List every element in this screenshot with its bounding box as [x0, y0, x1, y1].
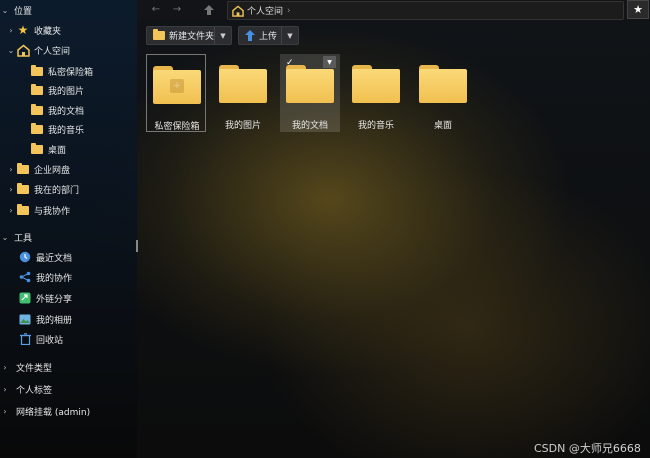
folder-icon	[16, 162, 30, 176]
folder-tile-pictures[interactable]: 我的图片	[213, 54, 273, 132]
sidebar-item-music[interactable]: 我的音乐	[30, 120, 84, 138]
folder-icon	[30, 64, 44, 78]
up-level-icon[interactable]	[200, 2, 218, 17]
clock-icon	[18, 250, 32, 264]
sidebar-item-favorites[interactable]: › ★ 收藏夹	[6, 21, 61, 39]
upload-dropdown-icon[interactable]: ▼	[281, 27, 298, 44]
folder-icon	[30, 103, 44, 117]
sidebar: ⌄ 位置 › ★ 收藏夹 ⌄ 个人空间 私密保险箱 我的图片 我的文档 我的音乐…	[0, 0, 137, 458]
folder-icon	[30, 142, 44, 156]
star-icon[interactable]: ★	[627, 0, 649, 19]
chevron-right-icon: ›	[9, 205, 13, 215]
new-folder-button[interactable]: 新建文件夹 ▼	[146, 26, 232, 45]
folder-icon	[419, 65, 467, 103]
folder-icon	[30, 83, 44, 97]
sidebar-item-recycle-bin[interactable]: 回收站	[18, 330, 63, 348]
sidebar-item-collab-with-me[interactable]: › 与我协作	[6, 201, 70, 219]
chevron-right-icon: ›	[3, 406, 7, 416]
sidebar-item-enterprise[interactable]: › 企业网盘	[6, 160, 70, 178]
watermark: CSDN @大师兄6668	[534, 442, 641, 455]
shield-icon: +	[170, 79, 184, 93]
chevron-right-icon: ›	[9, 25, 13, 35]
chevron-down-icon: ⌄	[7, 45, 15, 55]
sidebar-item-pictures[interactable]: 我的图片	[30, 81, 84, 99]
back-arrow-icon[interactable]: ←	[147, 2, 165, 17]
sidebar-item-album[interactable]: 我的相册	[18, 310, 72, 328]
sidebar-resize-handle[interactable]	[136, 240, 138, 252]
sidebar-item-vault[interactable]: 私密保险箱	[30, 62, 93, 80]
sidebar-section-location[interactable]: ⌄ 位置	[0, 1, 32, 19]
sidebar-section-network-mount[interactable]: › 网络挂载 (admin)	[0, 402, 90, 420]
address-bar[interactable]: 个人空间 ›	[227, 1, 624, 20]
chevron-right-icon: ›	[9, 164, 13, 174]
link-share-icon	[18, 291, 32, 305]
sidebar-item-department[interactable]: › 我在的部门	[6, 180, 79, 198]
sidebar-section-tools[interactable]: ⌄ 工具	[0, 228, 32, 246]
folder-tile-desktop[interactable]: 桌面	[413, 54, 473, 132]
share-nodes-icon	[18, 270, 32, 284]
breadcrumb[interactable]: 个人空间	[247, 4, 283, 17]
sidebar-item-personal-space[interactable]: ⌄ 个人空间	[6, 41, 70, 59]
new-folder-dropdown-icon[interactable]: ▼	[214, 27, 231, 44]
folder-icon	[219, 65, 267, 103]
chevron-down-icon: ⌄	[1, 5, 9, 15]
sidebar-item-my-collab[interactable]: 我的协作	[18, 268, 72, 286]
trash-icon	[18, 332, 32, 346]
folder-icon	[30, 122, 44, 136]
chevron-right-icon: ›	[9, 184, 13, 194]
folder-tile-vault[interactable]: + 私密保险箱	[146, 54, 206, 132]
home-icon	[232, 4, 244, 17]
chevron-right-icon: ›	[3, 362, 7, 372]
sidebar-item-desktop[interactable]: 桌面	[30, 140, 66, 158]
folder-icon	[153, 29, 165, 40]
sidebar-item-link-share[interactable]: 外链分享	[18, 289, 72, 307]
folder-icon	[286, 65, 334, 103]
star-icon: ★	[17, 23, 29, 37]
chevron-down-icon: ⌄	[1, 232, 9, 242]
chevron-right-icon[interactable]: ›	[287, 6, 291, 16]
folder-icon	[352, 65, 400, 103]
folder-tile-documents[interactable]: ✓ ▼ 我的文档	[280, 54, 340, 132]
sidebar-item-recent[interactable]: 最近文档	[18, 248, 72, 266]
folder-icon	[16, 182, 30, 196]
upload-arrow-icon	[245, 30, 255, 41]
sidebar-section-file-types[interactable]: › 文件类型	[0, 358, 52, 376]
chevron-right-icon: ›	[3, 384, 7, 394]
home-icon	[16, 43, 30, 57]
sidebar-section-personal-tags[interactable]: › 个人标签	[0, 380, 52, 398]
folder-icon: +	[153, 66, 201, 104]
folder-icon	[16, 203, 30, 217]
upload-button[interactable]: 上传 ▼	[238, 26, 299, 45]
sidebar-item-documents[interactable]: 我的文档	[30, 101, 84, 119]
forward-arrow-icon[interactable]: →	[168, 2, 186, 17]
photo-icon	[18, 312, 32, 326]
folder-tile-music[interactable]: 我的音乐	[346, 54, 406, 132]
